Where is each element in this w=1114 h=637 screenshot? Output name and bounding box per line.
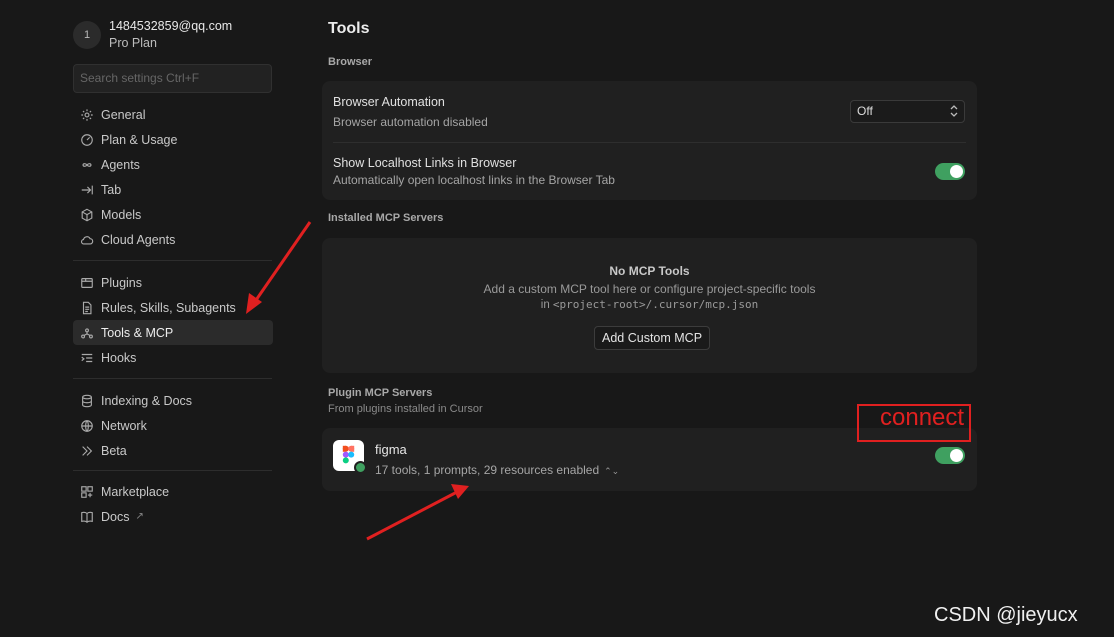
watermark: CSDN @jieyucx [934, 604, 1078, 626]
annotation-arrows [246, 221, 469, 541]
annotation-arrow [252, 221, 312, 304]
annotation-arrow-head [451, 484, 469, 499]
annotation-arrow [366, 490, 458, 541]
